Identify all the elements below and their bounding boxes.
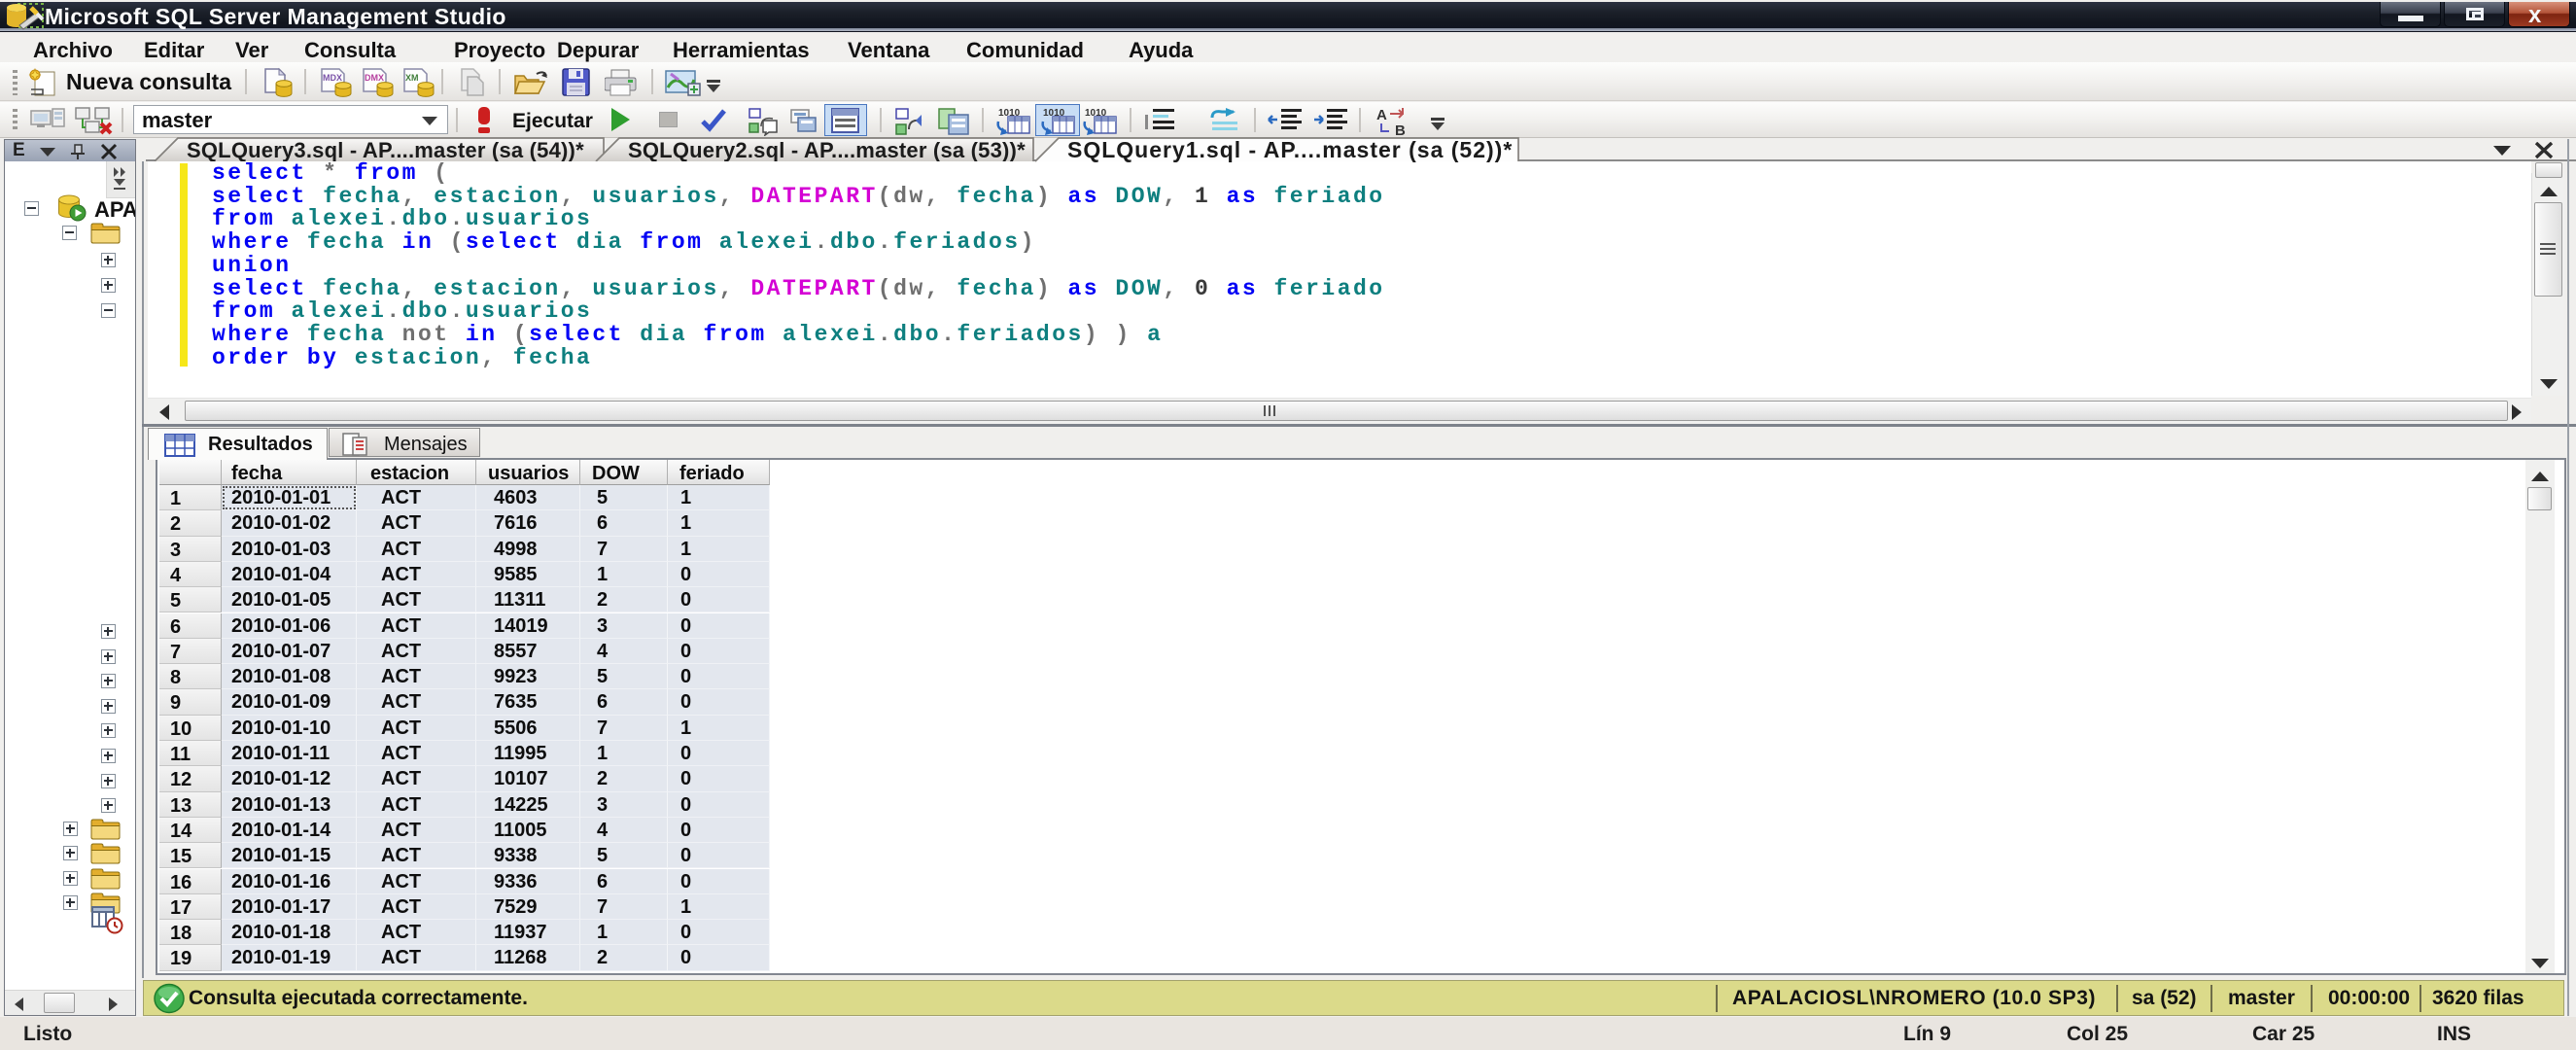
svg-text:A: A — [1376, 107, 1387, 123]
svg-text:B: B — [1395, 122, 1406, 137]
svg-text:DMX: DMX — [365, 73, 384, 83]
svg-text:MDX: MDX — [323, 73, 342, 83]
svg-text:XM: XM — [405, 73, 419, 83]
